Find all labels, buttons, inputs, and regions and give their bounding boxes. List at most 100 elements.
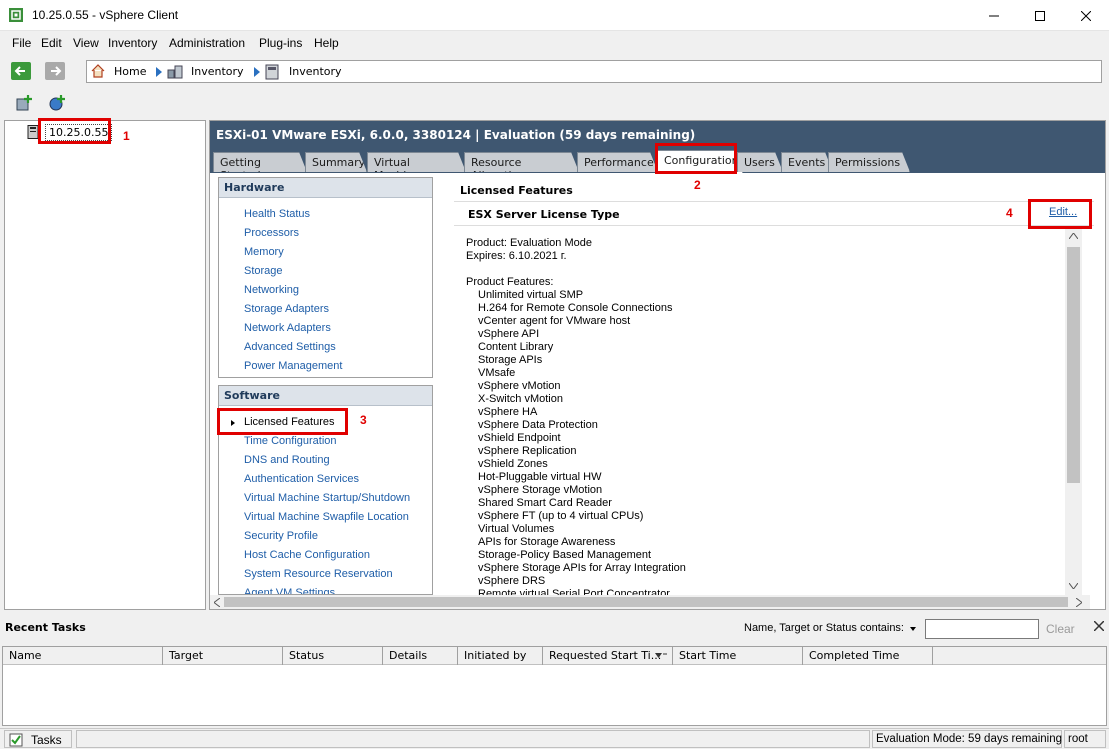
feature-item: Hot-Pluggable virtual HW bbox=[478, 471, 602, 483]
feature-item: vCenter agent for VMware host bbox=[478, 315, 631, 327]
link-health-status[interactable]: Health Status bbox=[244, 208, 310, 220]
divider bbox=[454, 225, 1094, 226]
forward-button[interactable] bbox=[45, 62, 65, 80]
feature-item: vSphere Storage vMotion bbox=[478, 484, 603, 496]
col-status[interactable]: Status bbox=[283, 647, 383, 665]
tasks-button[interactable]: Tasks bbox=[4, 730, 72, 748]
forward-arrow-icon bbox=[51, 66, 62, 76]
horizontal-scrollbar[interactable] bbox=[210, 595, 1090, 609]
expires-line: Expires: 6.10.2021 г. bbox=[466, 250, 567, 262]
tab-performance[interactable]: Performance bbox=[577, 152, 658, 172]
scrollbar-thumb[interactable] bbox=[1067, 247, 1080, 483]
close-panel-icon[interactable] bbox=[1094, 621, 1104, 631]
annotation-label-1: 1 bbox=[123, 129, 130, 143]
address-bar[interactable]: Home Inventory Inventory bbox=[86, 60, 1102, 83]
vsphere-app-icon bbox=[9, 8, 23, 22]
tab-events[interactable]: Events bbox=[781, 152, 833, 172]
hardware-header: Hardware bbox=[219, 178, 432, 198]
configuration-panel: ESXi-01 VMware ESXi, 6.0.0, 3380124 | Ev… bbox=[209, 120, 1106, 610]
feature-item: Content Library bbox=[478, 341, 554, 353]
close-icon bbox=[1081, 10, 1091, 21]
menu-administration[interactable]: Administration bbox=[169, 36, 245, 50]
feature-item: Storage-Policy Based Management bbox=[478, 549, 652, 561]
tab-getting-started[interactable]: Getting Started bbox=[213, 152, 307, 172]
back-arrow-icon bbox=[14, 66, 25, 76]
menu-help[interactable]: Help bbox=[314, 36, 339, 50]
tab-summary[interactable]: Summary bbox=[305, 152, 367, 172]
feature-item: Storage APIs bbox=[478, 354, 543, 366]
menu-file[interactable]: File bbox=[12, 36, 31, 50]
scroll-right-icon[interactable] bbox=[1076, 598, 1082, 607]
new-datacenter-icon[interactable] bbox=[48, 94, 66, 112]
vertical-scrollbar[interactable] bbox=[1065, 229, 1082, 595]
host-inventory-icon bbox=[265, 64, 279, 80]
scroll-left-icon[interactable] bbox=[214, 598, 220, 607]
user-status: root bbox=[1064, 730, 1106, 748]
feature-item: VMsafe bbox=[478, 367, 516, 379]
sort-desc-icon bbox=[655, 653, 667, 658]
annotation-box-2 bbox=[655, 143, 737, 174]
scroll-down-icon[interactable] bbox=[1069, 583, 1078, 589]
feature-item: Unlimited virtual SMP bbox=[478, 289, 584, 301]
breadcrumb-inventory-1[interactable]: Inventory bbox=[191, 65, 244, 78]
action-toolbar bbox=[0, 90, 1109, 118]
breadcrumb-arrow-icon bbox=[254, 67, 260, 77]
inventory-icon bbox=[167, 65, 183, 79]
dropdown-arrow-icon[interactable] bbox=[910, 627, 916, 631]
annotation-box-1 bbox=[38, 118, 111, 144]
tab-permissions[interactable]: Permissions bbox=[828, 152, 910, 172]
clear-button[interactable]: Clear bbox=[1046, 622, 1075, 636]
hscrollbar-thumb[interactable] bbox=[224, 597, 1068, 607]
breadcrumb-home[interactable]: Home bbox=[114, 65, 146, 78]
tab-users[interactable]: Users bbox=[737, 152, 783, 172]
menu-view[interactable]: View bbox=[73, 36, 99, 50]
menu-plugins[interactable]: Plug-ins bbox=[259, 36, 302, 50]
maximize-icon bbox=[1035, 10, 1045, 21]
close-button[interactable] bbox=[1063, 0, 1109, 31]
annotation-box-3 bbox=[217, 408, 348, 435]
menu-bar: File Edit View Inventory Administration … bbox=[0, 31, 1109, 55]
scroll-up-icon[interactable] bbox=[1069, 233, 1078, 239]
feature-item: vSphere FT (up to 4 virtual CPUs) bbox=[478, 510, 644, 522]
annotation-label-3: 3 bbox=[360, 413, 367, 427]
back-button[interactable] bbox=[11, 62, 31, 80]
feature-item: vSphere DRS bbox=[478, 575, 546, 587]
recent-tasks-title: Recent Tasks bbox=[5, 621, 86, 634]
col-target[interactable]: Target bbox=[163, 647, 283, 665]
breadcrumb-arrow-icon bbox=[156, 67, 162, 77]
tasks-icon bbox=[9, 733, 23, 747]
col-initiated-by[interactable]: Initiated by bbox=[458, 647, 543, 665]
filter-label[interactable]: Name, Target or Status contains: bbox=[744, 622, 904, 634]
minimize-button[interactable] bbox=[971, 0, 1017, 31]
tasks-label: Tasks bbox=[31, 733, 62, 747]
feature-item: vSphere API bbox=[478, 328, 540, 340]
license-type-title: ESX Server License Type bbox=[468, 208, 620, 221]
tab-resource-allocation[interactable]: Resource Allocation bbox=[464, 152, 579, 172]
inventory-tree: 10.25.0.55 bbox=[4, 120, 206, 610]
col-details[interactable]: Details bbox=[383, 647, 458, 665]
feature-item: vShield Zones bbox=[478, 458, 548, 470]
col-name[interactable]: Name bbox=[3, 647, 163, 665]
col-requested-start[interactable]: Requested Start Ti... bbox=[543, 647, 673, 665]
feature-item: vSphere HA bbox=[478, 406, 538, 418]
maximize-button[interactable] bbox=[1017, 0, 1063, 31]
status-spacer bbox=[76, 730, 870, 748]
menu-inventory[interactable]: Inventory bbox=[108, 36, 157, 50]
tab-virtual-machines[interactable]: Virtual Machines bbox=[367, 152, 466, 172]
col-completed-time[interactable]: Completed Time bbox=[803, 647, 933, 665]
add-host-icon[interactable] bbox=[15, 94, 33, 112]
filter-input[interactable] bbox=[925, 619, 1039, 639]
annotation-label-4: 4 bbox=[1006, 206, 1013, 220]
feature-item: vShield Endpoint bbox=[478, 432, 561, 444]
col-start-time[interactable]: Start Time bbox=[673, 647, 803, 665]
evaluation-status: Evaluation Mode: 59 days remaining bbox=[872, 730, 1062, 748]
feature-item: APIs for Storage Awareness bbox=[478, 536, 616, 548]
feature-item: vSphere vMotion bbox=[478, 380, 561, 392]
title-bar: 10.25.0.55 - vSphere Client bbox=[0, 0, 1109, 31]
product-line: Product: Evaluation Mode bbox=[466, 237, 592, 249]
breadcrumb-inventory-2[interactable]: Inventory bbox=[289, 65, 342, 78]
licensed-features-title: Licensed Features bbox=[460, 184, 573, 197]
feature-item: vSphere Replication bbox=[478, 445, 577, 457]
menu-edit[interactable]: Edit bbox=[41, 36, 62, 50]
status-bar: Tasks Evaluation Mode: 59 days remaining… bbox=[0, 728, 1109, 749]
